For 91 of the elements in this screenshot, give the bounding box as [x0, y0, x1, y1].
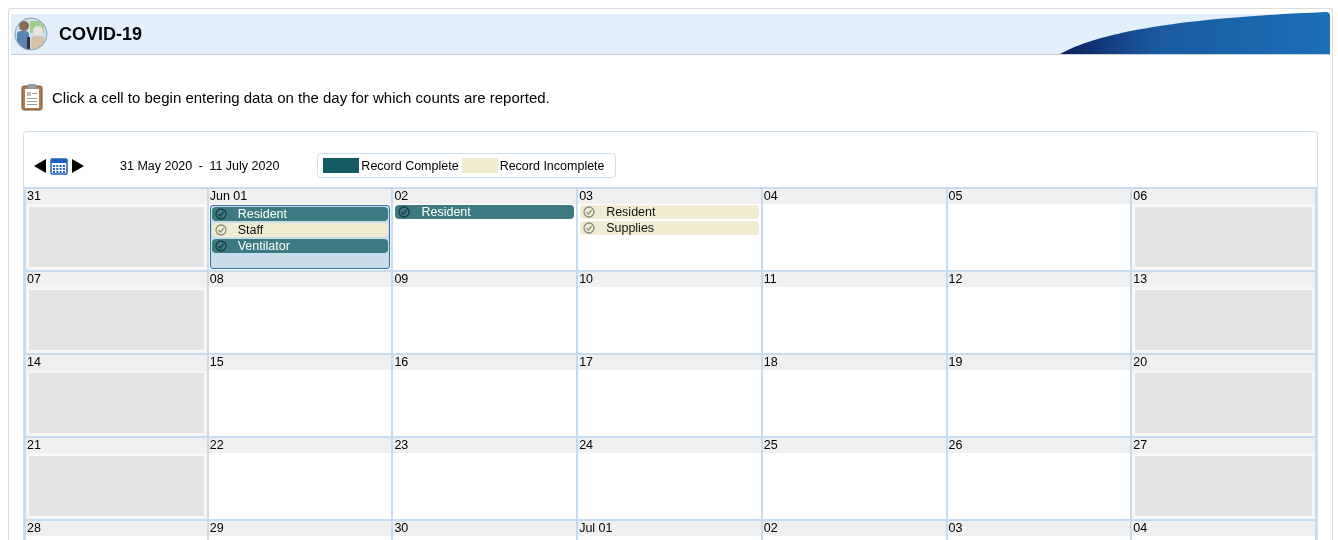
check-circle-icon — [583, 222, 596, 234]
record-pill[interactable]: Supplies — [580, 221, 759, 235]
day-label: 12 — [947, 272, 1131, 287]
day-cell[interactable]: 18 — [762, 355, 948, 438]
day-cell[interactable]: 02 — [762, 521, 948, 540]
check-circle-icon — [214, 208, 227, 220]
check-circle-icon — [398, 206, 411, 218]
day-cell[interactable]: 23 — [393, 438, 579, 521]
day-cell[interactable]: 04 — [1132, 521, 1317, 540]
legend-label: Record Incomplete — [499, 158, 605, 173]
check-circle-icon — [214, 240, 227, 252]
day-cell[interactable]: 06 — [1132, 189, 1317, 272]
clipboard-icon — [21, 83, 43, 111]
next-icon[interactable] — [70, 158, 86, 173]
day-cell[interactable]: 15 — [208, 355, 394, 438]
day-cell[interactable]: 04 — [762, 189, 948, 272]
day-label: 15 — [208, 355, 392, 370]
day-cell[interactable]: 08 — [208, 272, 394, 355]
record-pill[interactable]: Resident — [395, 205, 575, 219]
day-label: 23 — [393, 438, 577, 453]
day-label: 30 — [393, 521, 577, 536]
day-cell[interactable]: 11 — [762, 272, 948, 355]
day-cell[interactable]: Jun 01 Resident Staff Ventilator — [208, 189, 394, 272]
day-label: 05 — [947, 189, 1131, 204]
day-label: 20 — [1132, 355, 1315, 370]
day-label: 02 — [393, 189, 577, 204]
day-cell[interactable]: 05 — [947, 189, 1133, 272]
record-pill[interactable]: Staff — [211, 223, 389, 237]
page-title: COVID-19 — [59, 23, 143, 45]
day-cell[interactable]: 16 — [393, 355, 579, 438]
day-cell[interactable]: 13 — [1132, 272, 1317, 355]
day-cell[interactable]: 28 — [24, 521, 209, 540]
day-cell[interactable]: 21 — [24, 438, 209, 521]
day-label: 06 — [1132, 189, 1315, 204]
day-label: 22 — [208, 438, 392, 453]
day-cell[interactable]: 31 — [24, 189, 209, 272]
day-cell[interactable]: 07 — [24, 272, 209, 355]
day-label: 03 — [947, 521, 1131, 536]
day-label: 26 — [947, 438, 1131, 453]
record-pill[interactable]: Resident — [211, 207, 389, 221]
day-label: 02 — [762, 521, 946, 536]
date-range: 31 May 2020 - 11 July 2020 — [120, 158, 280, 173]
day-cell[interactable]: 14 — [24, 355, 209, 438]
day-label: 09 — [393, 272, 577, 287]
day-cell[interactable]: 27 — [1132, 438, 1317, 521]
day-label: 27 — [1132, 438, 1315, 453]
day-cell[interactable]: 30 — [393, 521, 579, 540]
legend-label: Record Complete — [361, 158, 459, 173]
previous-icon[interactable] — [32, 158, 48, 173]
day-label: 04 — [762, 189, 946, 204]
day-label: 03 — [578, 189, 761, 204]
day-label: 29 — [208, 521, 392, 536]
day-label: 16 — [393, 355, 577, 370]
day-label: 11 — [762, 272, 946, 287]
record-pill[interactable]: Resident — [580, 205, 759, 219]
day-cell[interactable]: 10 — [578, 272, 763, 355]
day-label: 31 — [26, 189, 207, 204]
day-cell[interactable]: 19 — [947, 355, 1133, 438]
day-label: 18 — [762, 355, 946, 370]
day-label: 17 — [578, 355, 761, 370]
day-cell[interactable]: 03 Resident Supplies — [578, 189, 763, 272]
day-label: 04 — [1132, 521, 1315, 536]
day-label: 21 — [26, 438, 207, 453]
instruction-text: Click a cell to begin entering data on the day for which counts are reported. — [52, 88, 550, 106]
day-label: Jul 01 — [578, 521, 761, 536]
day-label: 13 — [1132, 272, 1315, 287]
day-cell[interactable]: 03 — [947, 521, 1133, 540]
day-cell[interactable]: 17 — [578, 355, 763, 438]
day-label: 08 — [208, 272, 392, 287]
check-circle-icon — [214, 224, 227, 236]
day-cell[interactable]: 22 — [208, 438, 394, 521]
day-cell[interactable]: 24 — [578, 438, 763, 521]
day-label: 28 — [26, 521, 207, 536]
record-pill[interactable]: Ventilator — [211, 239, 389, 253]
day-cell[interactable]: 29 — [208, 521, 394, 540]
day-label: 14 — [26, 355, 207, 370]
calendar-icon[interactable] — [48, 156, 70, 175]
day-cell[interactable]: 25 — [762, 438, 948, 521]
day-cell[interactable]: 02 Resident — [393, 189, 579, 272]
day-cell[interactable]: 12 — [947, 272, 1133, 355]
day-cell[interactable]: 09 — [393, 272, 579, 355]
day-label: 25 — [762, 438, 946, 453]
day-label: 24 — [578, 438, 761, 453]
day-label: 07 — [26, 272, 207, 287]
day-label: 19 — [947, 355, 1131, 370]
day-label: 10 — [578, 272, 761, 287]
check-circle-icon — [583, 206, 596, 218]
day-cell[interactable]: Jul 01 — [578, 521, 763, 540]
day-cell[interactable]: 20 — [1132, 355, 1317, 438]
day-label: Jun 01 — [208, 189, 392, 204]
day-cell[interactable]: 26 — [947, 438, 1133, 521]
